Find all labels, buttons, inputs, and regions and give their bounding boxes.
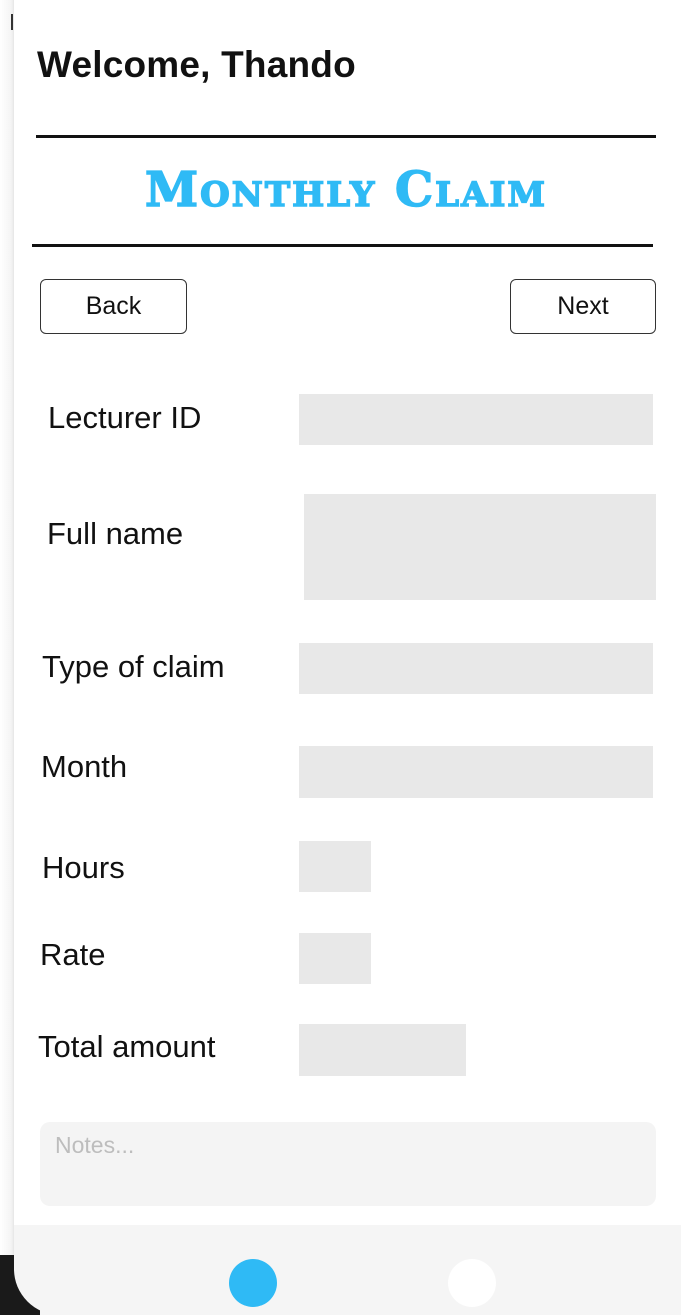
rate-label: Rate [40,937,106,972]
lecturer-id-label: Lecturer ID [48,400,202,435]
month-input[interactable] [299,746,653,798]
page-title: Monthly Claim [144,161,547,219]
full-name-label: Full name [47,516,184,551]
hours-input[interactable] [299,841,371,892]
notes-input[interactable]: Notes... [40,1122,656,1206]
type-of-claim-input[interactable] [299,643,653,694]
total-amount-label: Total amount [38,1029,216,1064]
lecturer-id-input[interactable] [299,394,653,445]
bottom-nav-bar [14,1225,681,1315]
welcome-heading: Welcome, Thando [37,44,356,85]
next-button[interactable]: Next [510,279,656,334]
claim-screen: Welcome, Thando Monthly Claim Back Next … [0,0,681,1315]
title-divider-bottom [32,244,653,247]
page-indicator-dot-1[interactable] [229,1259,277,1307]
back-button[interactable]: Back [40,279,187,334]
type-of-claim-label: Type of claim [42,649,225,684]
title-divider-top [36,135,656,138]
full-name-input[interactable] [304,494,656,600]
page-indicator-dot-2[interactable] [448,1259,496,1307]
device-notch [11,14,13,30]
device-edge [0,0,14,1315]
month-label: Month [41,749,128,784]
total-amount-input[interactable] [299,1024,466,1076]
hours-label: Hours [42,850,125,885]
rate-input[interactable] [299,933,371,984]
